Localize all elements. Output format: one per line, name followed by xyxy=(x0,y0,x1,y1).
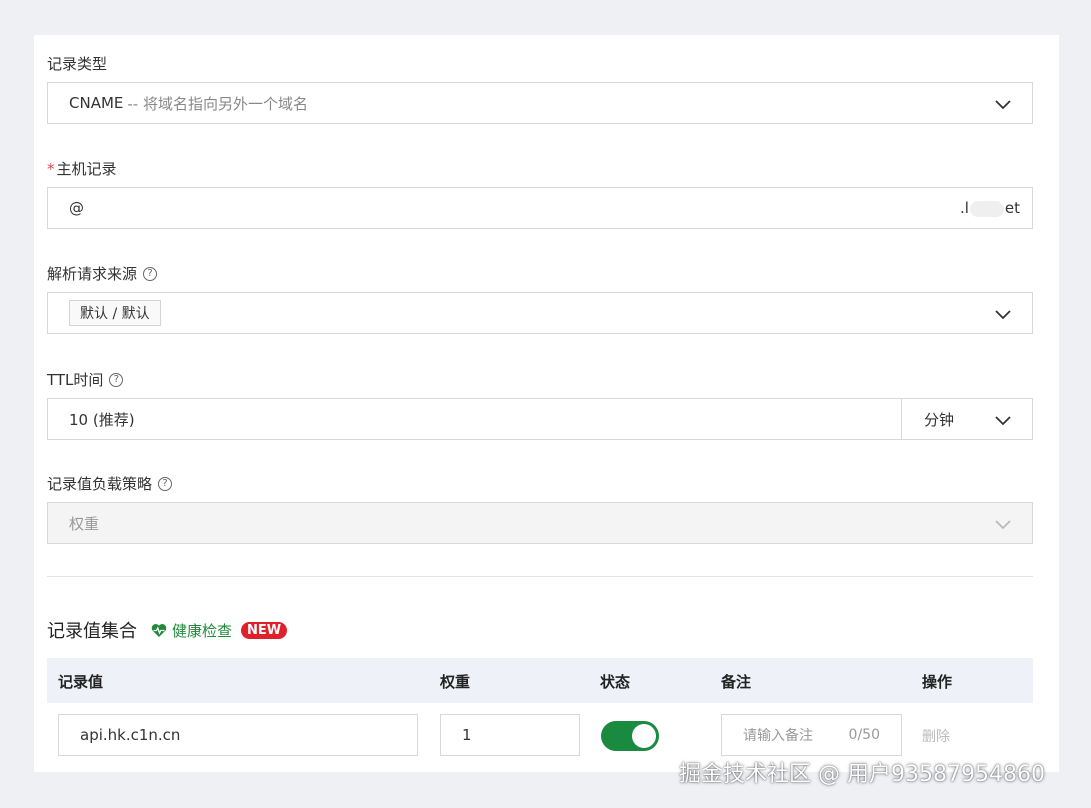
host-value: @ xyxy=(69,199,84,217)
strategy-value: 权重 xyxy=(69,514,100,533)
col-header-status: 状态 xyxy=(600,673,631,691)
status-toggle[interactable] xyxy=(601,721,659,751)
source-select[interactable]: 默认 / 默认 xyxy=(47,292,1033,334)
note-input[interactable]: 请输入备注 0/50 xyxy=(721,714,902,756)
watermark: 掘金技术社区 @ 用户93587954860 xyxy=(679,762,1045,787)
ttl-unit-select[interactable]: 分钟 xyxy=(901,398,1033,440)
source-label: 解析请求来源 ? xyxy=(47,263,158,284)
heart-pulse-icon xyxy=(151,623,167,637)
record-value-input[interactable]: api.hk.c1n.cn xyxy=(58,714,418,756)
record-type-hint: -- 将域名指向另外一个域名 xyxy=(127,94,308,113)
help-icon[interactable]: ? xyxy=(158,476,173,491)
col-header-weight: 权重 xyxy=(440,673,471,691)
ttl-unit-value: 分钟 xyxy=(924,410,955,429)
col-header-action: 操作 xyxy=(922,673,953,691)
domain-suffix: .l et xyxy=(959,199,1020,217)
required-mark: * xyxy=(47,160,55,178)
chevron-down-icon xyxy=(995,520,1011,530)
new-badge: NEW xyxy=(241,621,288,639)
redacted-blur xyxy=(969,200,1004,217)
note-counter: 0/50 xyxy=(848,727,880,743)
chevron-down-icon xyxy=(995,310,1011,320)
records-section-title: 记录值集合 健康检查 NEW xyxy=(47,617,288,643)
chevron-down-icon xyxy=(995,416,1011,426)
help-icon[interactable]: ? xyxy=(109,372,124,387)
records-table-header: 记录值 权重 状态 备注 操作 xyxy=(47,658,1033,703)
note-placeholder: 请输入备注 xyxy=(743,728,813,744)
ttl-value: 10 (推荐) xyxy=(69,410,135,429)
delete-link[interactable]: 删除 xyxy=(922,726,950,746)
strategy-select: 权重 xyxy=(47,502,1033,544)
record-type-select[interactable]: CNAME -- 将域名指向另外一个域名 xyxy=(47,82,1033,124)
ttl-input[interactable]: 10 (推荐) xyxy=(47,398,902,440)
col-header-note: 备注 xyxy=(721,673,752,691)
weight-input[interactable]: 1 xyxy=(440,714,580,756)
chevron-down-icon xyxy=(995,100,1011,110)
dns-record-form: 记录类型 CNAME -- 将域名指向另外一个域名 * 主机记录 @ .l et 解… xyxy=(34,35,1059,772)
help-icon[interactable]: ? xyxy=(143,266,158,281)
divider xyxy=(47,576,1033,577)
record-type-label: 记录类型 xyxy=(47,55,108,73)
host-label: * 主机记录 xyxy=(47,160,117,178)
source-tag: 默认 / 默认 xyxy=(69,300,161,326)
strategy-label: 记录值负载策略 ? xyxy=(47,473,173,494)
host-input[interactable]: @ .l et xyxy=(47,187,1033,229)
col-header-value: 记录值 xyxy=(58,673,104,691)
health-check-link[interactable]: 健康检查 NEW xyxy=(151,620,288,641)
record-type-value: CNAME xyxy=(69,94,124,112)
toggle-knob xyxy=(632,724,656,748)
ttl-label: TTL时间 ? xyxy=(47,369,124,390)
